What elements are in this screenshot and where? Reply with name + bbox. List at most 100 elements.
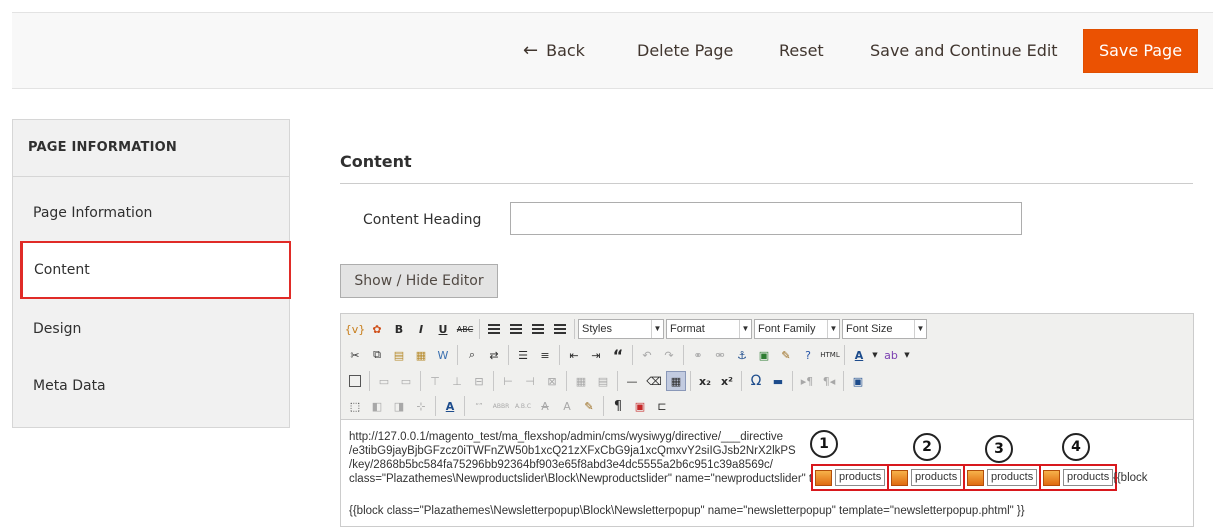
underline-icon[interactable]: U <box>433 319 453 339</box>
delete-col-icon[interactable]: ⊠ <box>542 371 562 391</box>
anchor-icon[interactable]: ⚓ <box>732 345 752 365</box>
row-after-icon[interactable]: ⊥ <box>447 371 467 391</box>
insert-layer-icon[interactable]: ⬚ <box>345 396 365 416</box>
reset-button[interactable]: Reset <box>779 37 824 65</box>
products-widget[interactable]: products <box>811 464 890 491</box>
content-heading-input[interactable] <box>510 202 1022 235</box>
styleprops-icon[interactable]: A <box>440 396 460 416</box>
products-widget[interactable]: products <box>887 464 966 491</box>
row-props-icon[interactable]: ▭ <box>374 371 394 391</box>
remove-format-icon[interactable]: ⌫ <box>644 371 664 391</box>
col-after-icon[interactable]: ⊣ <box>520 371 540 391</box>
cleanup-icon[interactable]: ✎ <box>776 345 796 365</box>
page-break-icon[interactable]: ⊏ <box>652 396 672 416</box>
align-center-icon[interactable] <box>506 319 526 339</box>
numbered-list-icon[interactable]: ≡ <box>535 345 555 365</box>
toolbar-separator <box>792 371 793 391</box>
acronym-icon[interactable]: A.B.C <box>513 396 533 416</box>
move-forward-icon[interactable]: ◧ <box>367 396 387 416</box>
delete-row-icon[interactable]: ⊟ <box>469 371 489 391</box>
background-color-icon[interactable]: ab <box>881 345 901 365</box>
toolbar-separator <box>683 345 684 365</box>
chevron-down-icon[interactable]: ▼ <box>871 345 879 365</box>
cite-icon[interactable]: “” <box>469 396 489 416</box>
show-hide-editor-button[interactable]: Show / Hide Editor <box>340 264 498 298</box>
align-left-icon[interactable] <box>484 319 504 339</box>
find-icon[interactable]: ⌕ <box>462 345 482 365</box>
image-icon[interactable]: ▣ <box>754 345 774 365</box>
editor-content[interactable]: http://127.0.0.1/magento_test/ma_flexsho… <box>349 430 1187 525</box>
insert-variable-icon[interactable]: {v} <box>345 319 366 339</box>
show-blocks-icon[interactable]: ¶ <box>608 396 628 416</box>
move-backward-icon[interactable]: ◨ <box>389 396 409 416</box>
directive-url-line: http://127.0.0.1/magento_test/ma_flexsho… <box>349 431 784 443</box>
sidebar-item-design[interactable]: Design <box>13 300 291 358</box>
products-widget[interactable]: products <box>1039 464 1118 491</box>
cut-icon[interactable]: ✂ <box>345 345 365 365</box>
split-cells-icon[interactable]: ▦ <box>571 371 591 391</box>
sidebar-item-page-information[interactable]: Page Information <box>13 184 291 242</box>
italic-icon[interactable]: I <box>411 319 431 339</box>
fullscreen-icon[interactable]: ▣ <box>848 371 868 391</box>
text-color-icon[interactable]: A <box>849 345 869 365</box>
sidebar-item-meta-data[interactable]: Meta Data <box>13 357 291 415</box>
blockquote-icon[interactable]: “ <box>608 345 628 365</box>
undo-icon[interactable]: ↶ <box>637 345 657 365</box>
redo-icon[interactable]: ↷ <box>659 345 679 365</box>
page-sidebar: PAGE INFORMATION Page Information Conten… <box>12 119 291 428</box>
save-page-button[interactable]: Save Page <box>1083 29 1198 73</box>
toolbar-separator <box>420 371 421 391</box>
paste-icon[interactable]: ▤ <box>389 345 409 365</box>
visual-aid-icon[interactable]: ▦ <box>666 371 686 391</box>
del-icon[interactable]: A <box>535 396 555 416</box>
media-icon[interactable]: ▬ <box>768 371 788 391</box>
page-actions-bar: ← Back Delete Page Reset Save and Continu… <box>12 12 1213 89</box>
rtl-icon[interactable]: ¶◂ <box>819 371 839 391</box>
attributes-icon[interactable]: ✎ <box>579 396 599 416</box>
help-icon[interactable]: ? <box>798 345 818 365</box>
align-justify-icon[interactable] <box>550 319 570 339</box>
nonbreaking-icon[interactable]: ▣ <box>630 396 650 416</box>
bold-icon[interactable]: B <box>389 319 409 339</box>
font-size-dropdown[interactable]: Font Size ▼ <box>842 319 927 339</box>
products-widget[interactable]: products <box>963 464 1042 491</box>
widget-label: products <box>1063 469 1114 486</box>
widget-label: products <box>835 469 886 486</box>
delete-page-button[interactable]: Delete Page <box>637 37 733 65</box>
styles-dropdown[interactable]: Styles ▼ <box>578 319 664 339</box>
absolute-icon[interactable]: ⊹ <box>411 396 431 416</box>
bullet-list-icon[interactable]: ☰ <box>513 345 533 365</box>
superscript-icon[interactable]: x² <box>717 371 737 391</box>
font-family-dropdown[interactable]: Font Family ▼ <box>754 319 840 339</box>
outdent-icon[interactable]: ⇤ <box>564 345 584 365</box>
horizontal-rule-icon[interactable]: — <box>622 371 642 391</box>
subscript-icon[interactable]: x₂ <box>695 371 715 391</box>
link-icon[interactable]: ⚭ <box>688 345 708 365</box>
col-before-icon[interactable]: ⊢ <box>498 371 518 391</box>
replace-icon[interactable]: ⇄ <box>484 345 504 365</box>
ins-icon[interactable]: A <box>557 396 577 416</box>
special-char-icon[interactable]: Ω <box>746 371 766 391</box>
paste-word-icon[interactable]: W <box>433 345 453 365</box>
align-right-icon[interactable] <box>528 319 548 339</box>
html-source-icon[interactable]: HTML <box>820 345 840 365</box>
save-and-continue-button[interactable]: Save and Continue Edit <box>870 37 1058 65</box>
format-dropdown[interactable]: Format ▼ <box>666 319 752 339</box>
copy-icon[interactable]: ⧉ <box>367 345 387 365</box>
indent-icon[interactable]: ⇥ <box>586 345 606 365</box>
row-before-icon[interactable]: ⊤ <box>425 371 445 391</box>
abbr-icon[interactable]: ABBR <box>491 396 511 416</box>
strikethrough-icon[interactable]: ABC <box>455 319 475 339</box>
back-button[interactable]: ← Back <box>523 37 585 65</box>
paste-text-icon[interactable]: ▦ <box>411 345 431 365</box>
chevron-down-icon[interactable]: ▼ <box>903 345 911 365</box>
toolbar-separator <box>457 345 458 365</box>
insert-table-icon[interactable] <box>345 371 365 391</box>
unlink-icon[interactable]: ⚮ <box>710 345 730 365</box>
insert-widget-icon[interactable]: ✿ <box>367 319 387 339</box>
merge-cells-icon[interactable]: ▤ <box>593 371 613 391</box>
sidebar-item-content[interactable]: Content <box>20 241 291 299</box>
toolbar-separator <box>508 345 509 365</box>
ltr-icon[interactable]: ▸¶ <box>797 371 817 391</box>
cell-props-icon[interactable]: ▭ <box>396 371 416 391</box>
